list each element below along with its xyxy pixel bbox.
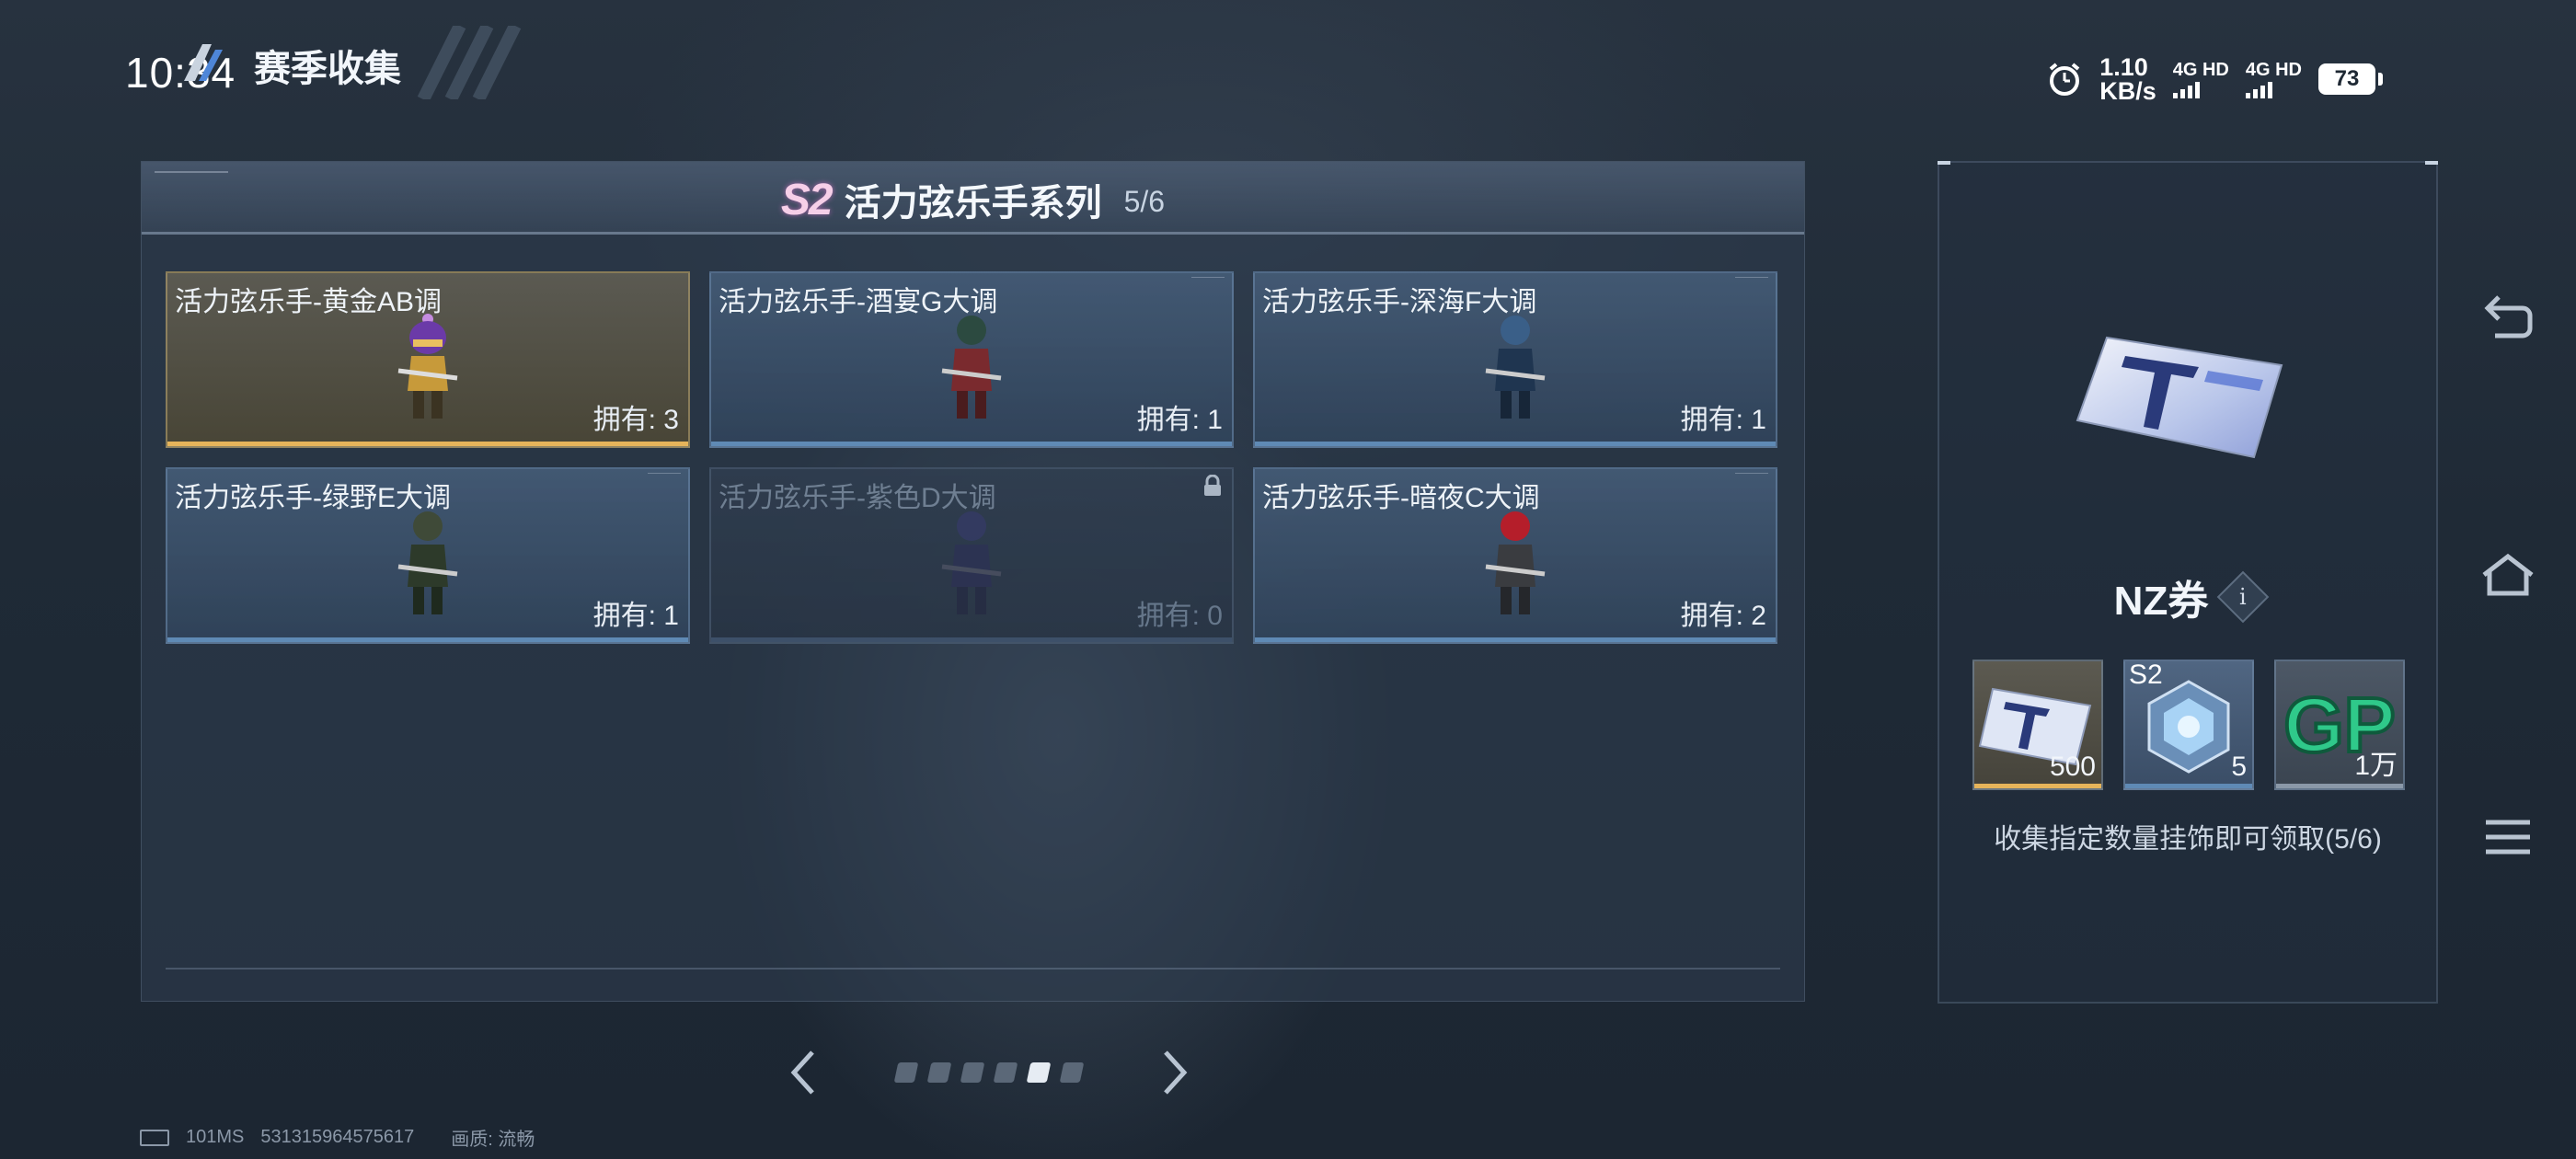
info-icon: i: [2239, 584, 2248, 610]
rarity-bar: [2276, 784, 2403, 788]
page-dot[interactable]: [960, 1062, 985, 1083]
charm-card[interactable]: 活力弦乐手-暗夜C大调 拥有: 2: [1253, 467, 1777, 644]
rarity-bar: [1255, 637, 1776, 642]
next-page-button[interactable]: [1156, 1045, 1196, 1100]
home-button[interactable]: [2480, 548, 2536, 603]
reward-quantity: 5: [2231, 752, 2247, 782]
series-name: 活力弦乐手系列: [844, 183, 1102, 224]
footer-info: 101MS 531315964575617 画质: 流畅: [140, 1124, 535, 1151]
back-icon: [2484, 295, 2533, 339]
card-corner-decoration: [648, 473, 681, 481]
collection-panel: S2 活力弦乐手系列 5/6 活力弦乐手-黄金AB调 拥有: 3 活力弦乐手-酒…: [141, 161, 1805, 1002]
home-icon: [2482, 553, 2534, 596]
device-battery-icon: [140, 1129, 169, 1146]
nz-ticket-icon: [2076, 336, 2283, 459]
sim2-label: 4G HD: [2245, 60, 2302, 80]
card-corner-decoration: [1191, 277, 1225, 285]
charm-owned-count: 拥有: 1: [1680, 405, 1766, 435]
charm-figure-icon: [397, 511, 458, 614]
page-indicator: [893, 1062, 1085, 1083]
page-pager: [782, 1045, 1196, 1100]
charm-figure-icon: [1485, 511, 1546, 614]
network-speed-unit: KB/s: [2099, 77, 2156, 105]
charm-figure-icon: [397, 314, 458, 419]
page-dot[interactable]: [1059, 1062, 1085, 1083]
charm-figure-icon: [1485, 316, 1546, 419]
rarity-bar: [711, 442, 1232, 446]
rarity-bar: [1255, 442, 1776, 446]
system-status-bar: 1.10 KB/s 4G HD 4G HD 73: [2046, 53, 2383, 105]
series-progress: 5/6: [1123, 184, 1166, 218]
charm-figure-icon: [941, 511, 1002, 614]
page-dot[interactable]: [926, 1062, 952, 1083]
card-corner-decoration: [1735, 277, 1768, 285]
alarm-icon: [2049, 63, 2080, 96]
reward-quantity: 1万: [2354, 751, 2398, 781]
season-tag: S2: [2129, 660, 2163, 690]
charm-owned-count: 拥有: 1: [592, 601, 679, 631]
reward-slot[interactable]: S2 5: [2123, 660, 2254, 790]
user-id: 531315964575617: [260, 1127, 415, 1147]
page-dot[interactable]: [993, 1062, 1018, 1083]
sim1-signal: 4G HD: [2172, 60, 2229, 98]
rarity-bar: [711, 637, 1232, 642]
charm-owned-count: 拥有: 0: [1136, 601, 1223, 631]
back-button[interactable]: [2480, 291, 2536, 346]
season-badge: S2: [780, 175, 834, 224]
card-corner-decoration: [1735, 473, 1768, 481]
charm-grid: 活力弦乐手-黄金AB调 拥有: 3 活力弦乐手-酒宴G大调 拥有: 1 活力弦乐…: [166, 271, 1777, 644]
menu-icon: [2486, 820, 2530, 855]
charm-owned-count: 拥有: 1: [1136, 405, 1223, 435]
charm-owned-count: 拥有: 3: [592, 405, 679, 435]
reward-slot[interactable]: GP 1万: [2274, 660, 2405, 790]
graphics-quality: 画质: 流畅: [451, 1130, 535, 1150]
ping-value: 101MS: [186, 1127, 245, 1147]
charm-owned-count: 拥有: 2: [1680, 601, 1766, 631]
series-header: S2 活力弦乐手系列 5/6: [142, 162, 1804, 235]
network-speed-value: 1.10: [2099, 53, 2148, 81]
page-dot-active[interactable]: [1026, 1062, 1052, 1083]
chevron-right-icon: [1164, 1050, 1188, 1095]
charm-card[interactable]: 活力弦乐手-黄金AB调 拥有: 3: [166, 271, 690, 448]
charm-card[interactable]: 活力弦乐手-深海F大调 拥有: 1: [1253, 271, 1777, 448]
rarity-bar: [167, 637, 688, 642]
menu-button[interactable]: [2480, 809, 2536, 865]
lock-icon: [1204, 475, 1221, 496]
sim2-signal: 4G HD: [2245, 60, 2302, 98]
sim1-signal-bars-icon: [2172, 80, 2200, 98]
charm-figure-icon: [941, 316, 1002, 419]
reward-slot[interactable]: 500: [1972, 660, 2103, 790]
reward-panel: NZ券 i 500 S2 5 GP 1万 收集指定数量挂饰即可领取(5/6): [1938, 161, 2438, 1004]
charm-card[interactable]: 活力弦乐手-绿野E大调 拥有: 1: [166, 467, 690, 644]
claim-condition-text: 收集指定数量挂饰即可领取(5/6): [1994, 824, 2382, 855]
sim2-signal-bars-icon: [2245, 80, 2272, 98]
charm-card-locked[interactable]: 活力弦乐手-紫色D大调 拥有: 0: [709, 467, 1234, 644]
panel-divider: [166, 968, 1780, 970]
reward-list: 500 S2 5 GP 1万: [1972, 660, 2405, 790]
page-title: 赛季收集: [254, 49, 401, 89]
reward-item-name: NZ券: [2113, 579, 2209, 624]
network-speed: 1.10 KB/s: [2099, 53, 2156, 105]
reward-quantity: 500: [2049, 752, 2096, 782]
sim1-label: 4G HD: [2172, 60, 2229, 80]
page-dot[interactable]: [893, 1062, 919, 1083]
game-logo-icon: [184, 44, 223, 81]
rarity-bar: [2125, 784, 2252, 788]
battery-level: 73: [2318, 63, 2383, 95]
reward-item-title: NZ券 i: [1939, 568, 2436, 626]
info-button[interactable]: i: [2217, 570, 2270, 624]
rarity-bar: [167, 442, 688, 446]
rarity-bar: [1974, 784, 2101, 788]
chevron-left-icon: [790, 1050, 814, 1095]
prev-page-button[interactable]: [782, 1045, 822, 1100]
charm-card[interactable]: 活力弦乐手-酒宴G大调 拥有: 1: [709, 271, 1234, 448]
